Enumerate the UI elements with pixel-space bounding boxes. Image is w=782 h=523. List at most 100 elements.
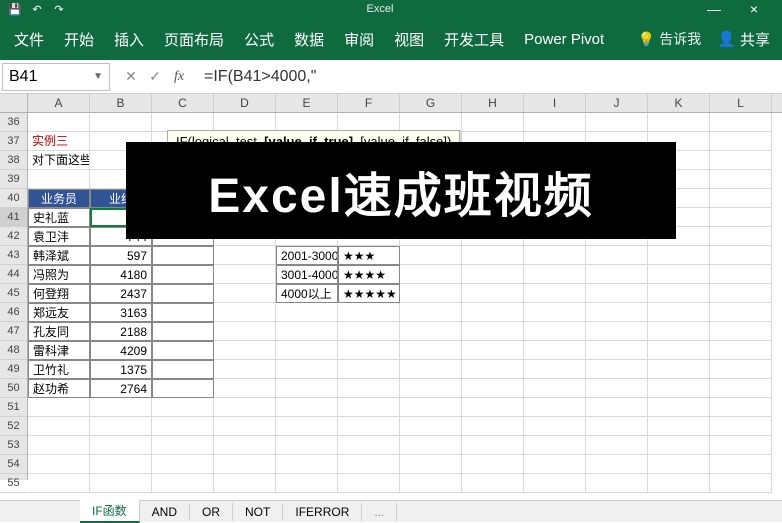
cell[interactable] <box>276 436 338 455</box>
cell[interactable] <box>524 474 586 493</box>
cell[interactable]: 2188 <box>90 322 152 341</box>
cell[interactable] <box>214 417 276 436</box>
cell[interactable] <box>462 284 524 303</box>
column-header[interactable]: F <box>338 94 400 112</box>
cell[interactable] <box>28 170 90 189</box>
cell[interactable] <box>648 417 710 436</box>
cell[interactable] <box>586 417 648 436</box>
cell[interactable] <box>152 436 214 455</box>
cell[interactable] <box>28 474 90 493</box>
cell[interactable] <box>524 379 586 398</box>
cell[interactable] <box>710 417 772 436</box>
cell[interactable]: 对下面这些业务员 <box>28 151 90 170</box>
cell[interactable] <box>586 360 648 379</box>
tab-insert[interactable]: 插入 <box>104 19 154 60</box>
cell[interactable] <box>524 303 586 322</box>
cell[interactable] <box>710 455 772 474</box>
cell[interactable] <box>400 322 462 341</box>
cell[interactable] <box>586 398 648 417</box>
cell[interactable] <box>462 379 524 398</box>
redo-icon[interactable]: ↷ <box>52 2 66 16</box>
row-header[interactable]: 52 <box>0 417 27 436</box>
cell[interactable] <box>214 246 276 265</box>
cell[interactable] <box>214 265 276 284</box>
column-header[interactable]: I <box>524 94 586 112</box>
cell[interactable]: 郑远友 <box>28 303 90 322</box>
cell[interactable] <box>28 436 90 455</box>
cell[interactable] <box>214 436 276 455</box>
cell[interactable]: ★★★ <box>338 246 400 265</box>
cell[interactable] <box>276 474 338 493</box>
cell[interactable] <box>586 341 648 360</box>
row-header[interactable]: 43 <box>0 246 27 265</box>
cell[interactable] <box>586 474 648 493</box>
tab-formulas[interactable]: 公式 <box>234 19 284 60</box>
cell[interactable] <box>400 360 462 379</box>
undo-icon[interactable]: ↶ <box>30 2 44 16</box>
column-header[interactable]: E <box>276 94 338 112</box>
cell[interactable] <box>462 398 524 417</box>
cell[interactable] <box>648 436 710 455</box>
cell[interactable]: 雷科津 <box>28 341 90 360</box>
share-button[interactable]: 👤 共享 <box>709 29 778 50</box>
column-header[interactable]: A <box>28 94 90 112</box>
cell[interactable] <box>28 455 90 474</box>
cell[interactable] <box>586 322 648 341</box>
row-header[interactable]: 46 <box>0 303 27 322</box>
accept-button[interactable]: ✓ <box>144 66 166 88</box>
cell[interactable] <box>338 398 400 417</box>
cell[interactable] <box>710 189 772 208</box>
cell[interactable] <box>648 284 710 303</box>
cell[interactable] <box>710 360 772 379</box>
cell[interactable] <box>338 322 400 341</box>
cell[interactable] <box>648 341 710 360</box>
fx-icon[interactable]: fx <box>168 66 190 88</box>
cell[interactable] <box>648 474 710 493</box>
cell[interactable]: ★★★★★ <box>338 284 400 303</box>
tab-data[interactable]: 数据 <box>284 19 334 60</box>
cell[interactable] <box>524 265 586 284</box>
cell[interactable] <box>462 360 524 379</box>
sheet-tab[interactable]: IF函数 <box>80 500 140 523</box>
row-header[interactable]: 41 <box>0 208 27 227</box>
cell[interactable] <box>276 341 338 360</box>
row-header[interactable]: 53 <box>0 436 27 455</box>
save-icon[interactable]: 💾 <box>8 2 22 16</box>
column-header[interactable]: J <box>586 94 648 112</box>
cell[interactable] <box>276 360 338 379</box>
cell[interactable]: 2001-3000 <box>276 246 338 265</box>
sheet-tab[interactable]: IFERROR <box>283 503 362 521</box>
cell[interactable] <box>338 436 400 455</box>
cell[interactable] <box>586 284 648 303</box>
cell[interactable] <box>338 474 400 493</box>
row-header[interactable]: 51 <box>0 398 27 417</box>
column-header[interactable]: D <box>214 94 276 112</box>
cell[interactable]: 袁卫沣 <box>28 227 90 246</box>
cell[interactable] <box>586 303 648 322</box>
cell[interactable] <box>214 303 276 322</box>
cell[interactable] <box>152 360 214 379</box>
cell[interactable] <box>152 322 214 341</box>
cell[interactable] <box>586 246 648 265</box>
tab-home[interactable]: 开始 <box>54 19 104 60</box>
row-header[interactable]: 47 <box>0 322 27 341</box>
cell[interactable] <box>524 284 586 303</box>
cell[interactable] <box>710 398 772 417</box>
column-header[interactable]: H <box>462 94 524 112</box>
cell[interactable] <box>524 113 586 132</box>
cell[interactable] <box>28 398 90 417</box>
cell[interactable] <box>524 341 586 360</box>
cell[interactable] <box>586 436 648 455</box>
cell[interactable] <box>524 455 586 474</box>
sheet-tab[interactable]: OR <box>190 503 233 521</box>
cell[interactable] <box>710 379 772 398</box>
name-box[interactable]: B41 ▼ <box>2 63 110 91</box>
row-header[interactable]: 45 <box>0 284 27 303</box>
cell[interactable] <box>276 455 338 474</box>
cell[interactable] <box>152 398 214 417</box>
cell[interactable]: 业务员 <box>28 189 90 208</box>
column-header[interactable]: G <box>400 94 462 112</box>
cell[interactable] <box>710 341 772 360</box>
row-header[interactable]: 55 <box>0 474 27 493</box>
cell[interactable] <box>462 474 524 493</box>
